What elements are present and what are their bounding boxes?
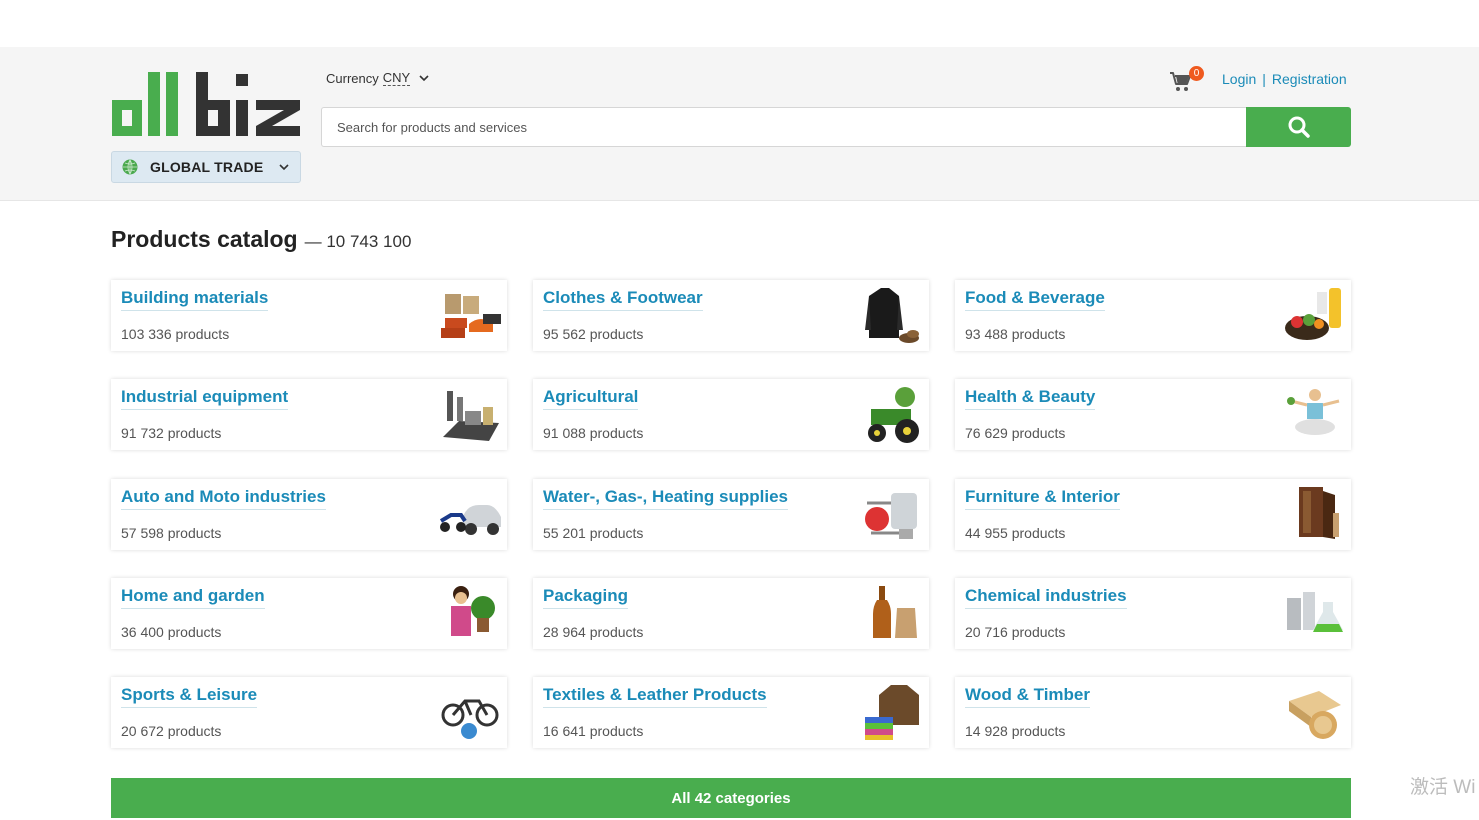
bottle-icon [873,586,917,638]
allbiz-logo[interactable] [110,70,302,140]
category-name[interactable]: Auto and Moto industries [121,487,326,510]
category-name[interactable]: Water-, Gas-, Heating supplies [543,487,788,510]
category-count: 95 562 products [543,326,644,342]
allbiz-logo-graphic [112,72,300,136]
tractor-icon [868,387,919,443]
category-name[interactable]: Furniture & Interior [965,487,1120,510]
globe-icon [122,159,138,175]
category-card[interactable]: Industrial equipment 91 732 products [111,379,507,450]
category-count: 57 598 products [121,525,222,541]
category-count: 16 641 products [543,723,644,739]
category-name[interactable]: Wood & Timber [965,685,1090,708]
category-name[interactable]: Agricultural [543,387,639,410]
category-card[interactable]: Clothes & Footwear 95 562 products [533,280,929,351]
car-icon [439,505,501,535]
category-name[interactable]: Food & Beverage [965,288,1105,311]
category-count: 55 201 products [543,525,644,541]
category-count: 36 400 products [121,624,222,640]
boiler-icon [865,493,917,539]
wardrobe-icon [1299,487,1339,539]
category-count: 93 488 products [965,326,1066,342]
activation-watermark: 激活 Wi [1410,777,1476,798]
factory-icon [443,391,499,441]
category-count: 91 732 products [121,425,222,441]
cart-button[interactable]: 0 [1169,66,1205,94]
catalog-total-count: — 10 743 100 [304,232,412,251]
search-button[interactable] [1246,107,1351,147]
category-card[interactable]: Textiles & Leather Products 16 641 produ… [533,677,929,748]
food-icon [1285,288,1341,340]
category-card[interactable]: Sports & Leisure 20 672 products [111,677,507,748]
search-input[interactable] [321,107,1247,147]
category-card[interactable]: Wood & Timber 14 928 products [955,677,1351,748]
category-card[interactable]: Building materials 103 336 products [111,280,507,351]
chevron-down-icon [419,75,429,82]
cart-count-badge: 0 [1189,66,1204,81]
category-card[interactable]: Auto and Moto industries 57 598 products [111,479,507,550]
jacket-icon [865,685,919,740]
category-name[interactable]: Textiles & Leather Products [543,685,767,708]
category-count: 20 716 products [965,624,1066,640]
category-count: 44 955 products [965,525,1066,541]
category-count: 20 672 products [121,723,222,739]
bicycle-icon [441,699,499,739]
category-name[interactable]: Building materials [121,288,269,311]
category-name[interactable]: Home and garden [121,586,265,609]
category-card[interactable]: Health & Beauty 76 629 products [955,379,1351,450]
currency-selector[interactable]: Currency CNY [326,70,430,86]
category-name[interactable]: Sports & Leisure [121,685,258,708]
region-label: GLOBAL TRADE [150,159,264,175]
category-card[interactable]: Food & Beverage 93 488 products [955,280,1351,351]
wood-icon [1289,691,1341,739]
category-card[interactable]: Furniture & Interior 44 955 products [955,479,1351,550]
shirt-icon [865,288,919,343]
yoga-icon [1287,389,1340,435]
plant-icon [451,586,495,636]
category-count: 14 928 products [965,723,1066,739]
login-link[interactable]: Login [1222,71,1256,87]
search-icon [1288,116,1310,138]
currency-label: Currency [326,70,379,86]
category-count: 28 964 products [543,624,644,640]
auth-links: Login | Registration [1222,71,1347,87]
category-card[interactable]: Agricultural 91 088 products [533,379,929,450]
category-count: 91 088 products [543,425,644,441]
category-name[interactable]: Industrial equipment [121,387,289,410]
flask-icon [1287,592,1343,632]
bricks-icon [441,294,501,338]
category-name[interactable]: Chemical industries [965,586,1127,609]
category-name[interactable]: Packaging [543,586,629,609]
category-count: 103 336 products [121,326,230,342]
registration-link[interactable]: Registration [1272,71,1347,87]
all-categories-button[interactable]: All 42 categories [111,778,1351,818]
category-card[interactable]: Water-, Gas-, Heating supplies 55 201 pr… [533,479,929,550]
catalog-heading: Products catalog — 10 743 100 [111,226,411,253]
page-title: Products catalog [111,226,298,252]
category-card[interactable]: Packaging 28 964 products [533,578,929,649]
category-card[interactable]: Home and garden 36 400 products [111,578,507,649]
category-count: 76 629 products [965,425,1066,441]
category-name[interactable]: Health & Beauty [965,387,1096,410]
chevron-down-icon [279,164,289,171]
category-card[interactable]: Chemical industries 20 716 products [955,578,1351,649]
category-name[interactable]: Clothes & Footwear [543,288,703,311]
region-selector[interactable]: GLOBAL TRADE [111,151,301,183]
auth-separator: | [1262,71,1266,87]
currency-code: CNY [382,70,411,86]
